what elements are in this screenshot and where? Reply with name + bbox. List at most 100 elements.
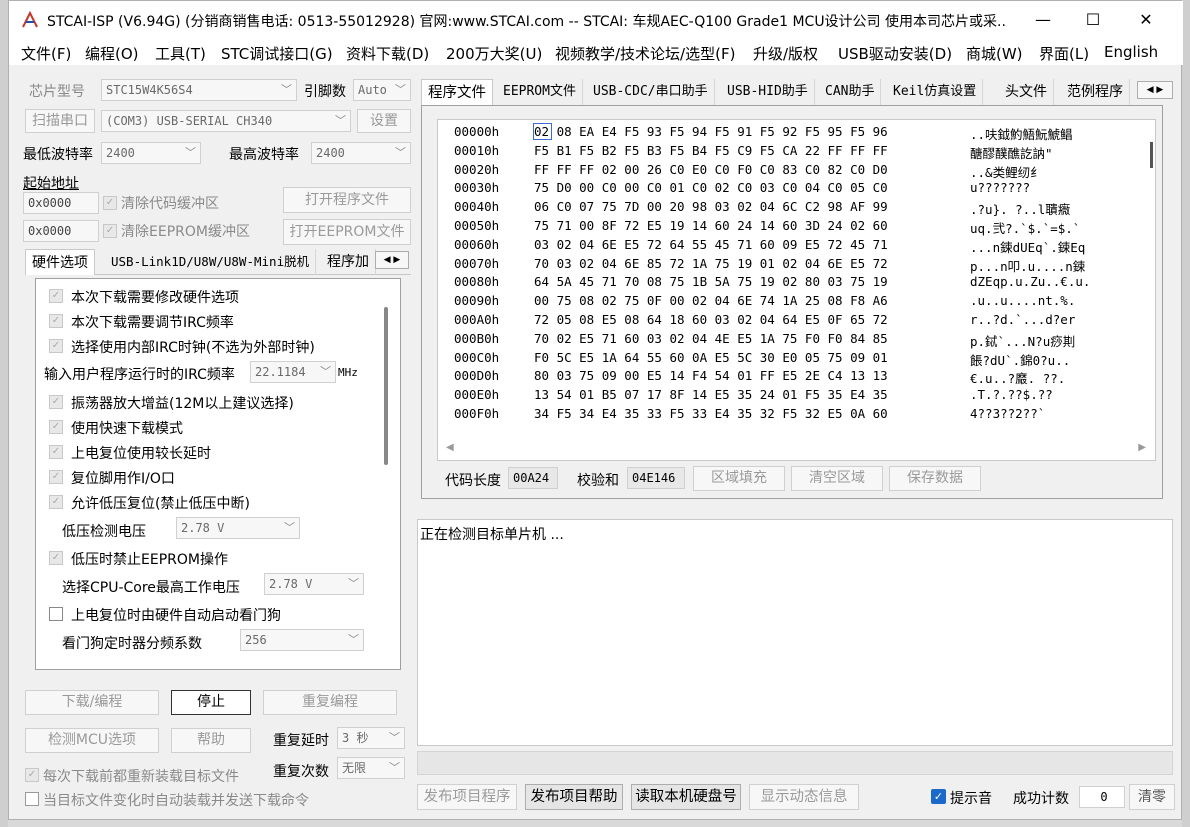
hex-row[interactable]: 00090h 00 75 08 02 75 0F 00 02 04 6E 74 1… (446, 293, 1146, 312)
menu-english[interactable]: English (1104, 43, 1158, 61)
download-program-button[interactable]: 下载/编程 (25, 690, 159, 715)
lvd-voltage-select[interactable]: 2.78 V ﹀ (176, 517, 300, 539)
start-address-label: 起始地址 (23, 176, 79, 192)
tab-scroll-arrows[interactable]: ◀ ▶ (375, 251, 409, 269)
save-data-button[interactable]: 保存数据 (889, 466, 981, 491)
open-program-file-button[interactable]: 打开程序文件 (283, 187, 411, 213)
hex-row[interactable]: 000A0h 72 05 08 E5 08 64 18 60 03 02 04 6… (446, 312, 1146, 331)
cpu-voltage-select[interactable]: 2.78 V ﹀ (264, 573, 364, 595)
tab-header-files[interactable]: 头文件 (999, 79, 1054, 105)
menu-upgrade[interactable]: 升级/版权 (753, 43, 818, 64)
clear-code-checkbox[interactable]: ✓ (103, 196, 117, 210)
chevron-down-icon: ﹀ (389, 761, 400, 774)
hex-row[interactable]: 000D0h 80 03 75 09 00 E5 14 F4 54 01 FF E… (446, 368, 1146, 387)
hex-row[interactable]: 000F0h 34 F5 34 E4 35 33 F5 33 E4 35 32 F… (446, 406, 1146, 425)
sound-label: 提示音 (950, 791, 992, 807)
reload-before-download-label: 每次下载前都重新装载目标文件 (43, 769, 239, 785)
tab-usb-cdc[interactable]: USB-CDC/串口助手 (587, 79, 715, 105)
pins-label: 引脚数 (304, 84, 346, 100)
title-bar[interactable]: STCAI-ISP (V6.94G) (分销商销售电话: 0513-550129… (9, 1, 1183, 39)
clear-count-button[interactable]: 清零 (1129, 784, 1175, 810)
hex-viewer[interactable]: 00000h 02 08 EA E4 F5 93 F5 94 F5 91 F5 9… (437, 119, 1156, 461)
tab-program-file[interactable]: 程序文件 (421, 79, 493, 105)
show-dynamic-info-button[interactable]: 显示动态信息 (749, 784, 859, 810)
close-button[interactable]: ✕ (1119, 1, 1173, 39)
tab-can[interactable]: CAN助手 (819, 79, 882, 105)
max-baud-select[interactable]: 2400 ﹀ (311, 142, 411, 164)
main-window: STCAI-ISP (V6.94G) (分销商销售电话: 0513-550129… (8, 0, 1183, 820)
hex-row[interactable]: 00050h 75 71 00 8F 72 E5 19 14 60 24 14 6… (446, 218, 1146, 237)
output-log[interactable]: 正在检测目标单片机 ... (417, 519, 1173, 746)
menu-download-docs[interactable]: 资料下载(D) (346, 43, 429, 64)
repeat-program-button[interactable]: 重复编程 (263, 690, 397, 715)
stop-button[interactable]: 停止 (171, 690, 251, 715)
auto-load-checkbox[interactable] (25, 792, 39, 806)
hex-row[interactable]: 00010h F5 B1 F5 B2 F5 B3 F5 B4 F5 C9 F5 C… (446, 143, 1146, 162)
clear-area-button[interactable]: 清空区域 (791, 466, 883, 491)
tab-eeprom-file[interactable]: EEPROM文件 (497, 79, 583, 105)
chevron-down-icon: ﹀ (348, 633, 359, 646)
min-baud-select[interactable]: 2400 ﹀ (101, 142, 201, 164)
hex-row[interactable]: 00060h 03 02 04 6E E5 72 64 55 45 71 60 0… (446, 237, 1146, 256)
menu-video[interactable]: 视频教学/技术论坛/选型(F) (555, 43, 735, 64)
checksum-value: 04E146 (627, 467, 685, 489)
tab-scroll-arrows[interactable]: ◀ ▶ (1137, 81, 1173, 99)
settings-button[interactable]: 设置 (357, 109, 411, 133)
scroll-left-icon[interactable]: ◀ (446, 442, 454, 453)
scroll-right-icon[interactable]: ▶ (1138, 442, 1146, 453)
reload-before-download-checkbox[interactable]: ✓ (25, 768, 39, 782)
log-text: 正在检测目标单片机 ... (420, 527, 564, 543)
menu-program[interactable]: 编程(O) (85, 43, 139, 64)
maximize-button[interactable]: ☐ (1066, 1, 1120, 39)
com-port-select[interactable]: (COM3) USB-SERIAL CH340 ﹀ (101, 110, 351, 132)
tab-hardware-options[interactable]: 硬件选项 (25, 249, 95, 275)
pins-select[interactable]: Auto ﹀ (353, 79, 411, 101)
clear-eeprom-checkbox[interactable]: ✓ (103, 224, 117, 238)
code-start-address-input[interactable]: 0x0000 (23, 192, 99, 214)
scan-port-button[interactable]: 扫描串口 (25, 109, 95, 133)
hex-row[interactable]: 00080h 64 5A 45 71 70 08 75 1B 5A 75 19 0… (446, 274, 1146, 293)
help-button[interactable]: 帮助 (171, 728, 251, 753)
publish-help-button[interactable]: 发布项目帮助 (525, 784, 623, 810)
fill-area-button[interactable]: 区域填充 (693, 466, 785, 491)
menu-interface[interactable]: 界面(L) (1039, 43, 1089, 64)
hex-row[interactable]: 00020h FF FF FF 02 00 26 C0 E0 C0 F0 C0 8… (446, 162, 1146, 181)
chevron-down-icon: ﹀ (185, 146, 196, 159)
repeat-delay-select[interactable]: 3 秒 ﹀ (337, 727, 405, 749)
tab-usb-hid[interactable]: USB-HID助手 (721, 79, 815, 105)
menu-debug[interactable]: STC调试接口(G) (221, 43, 333, 64)
publish-project-button[interactable]: 发布项目程序 (417, 784, 517, 810)
hex-row[interactable]: 000B0h 70 02 E5 71 60 03 02 04 4E E5 1A 7… (446, 331, 1146, 350)
hex-horizontal-scrollbar[interactable]: ◀ ▶ (446, 442, 1146, 456)
wdt-divider-select[interactable]: 256 ﹀ (240, 629, 364, 651)
open-eeprom-file-button[interactable]: 打开EEPROM文件 (283, 219, 411, 245)
window-title: STCAI-ISP (V6.94G) (分销商销售电话: 0513-550129… (47, 14, 1007, 30)
minimize-button[interactable]: — (1016, 1, 1070, 39)
tab-usb-link[interactable]: USB-Link1D/U8W/U8W-Mini脱机 (105, 249, 317, 275)
options-scrollbar[interactable] (384, 307, 388, 465)
detect-mcu-button[interactable]: 检测MCU选项 (25, 728, 159, 753)
menu-usb-driver[interactable]: USB驱动安装(D) (838, 43, 952, 64)
code-length-label: 代码长度 (445, 473, 501, 489)
tab-keil-settings[interactable]: Keil仿真设置 (887, 79, 984, 105)
menu-file[interactable]: 文件(F) (21, 43, 71, 64)
menu-prize[interactable]: 200万大奖(U) (446, 43, 542, 64)
chip-type-select[interactable]: STC15W4K56S4 ﹀ (101, 79, 297, 101)
hex-row[interactable]: 00030h 75 D0 00 C0 00 C0 01 C0 02 C0 03 C… (446, 180, 1146, 199)
menu-tools[interactable]: 工具(T) (155, 43, 206, 64)
irc-frequency-input[interactable]: 22.1184 ﹀ (250, 361, 336, 383)
tab-program-encrypt[interactable]: 程序加 (321, 249, 376, 275)
eeprom-start-address-input[interactable]: 0x0000 (23, 220, 99, 242)
sound-checkbox[interactable]: ✓ (931, 789, 946, 804)
tab-examples[interactable]: 范例程序 (1061, 79, 1130, 105)
menu-mall[interactable]: 商城(W) (966, 43, 1023, 64)
read-disk-id-button[interactable]: 读取本机硬盘号 (631, 784, 741, 810)
hex-row[interactable]: 000C0h F0 5C E5 1A 64 55 60 0A E5 5C 30 E… (446, 350, 1146, 369)
hex-row[interactable]: 000E0h 13 54 01 B5 07 17 8F 14 E5 35 24 0… (446, 387, 1146, 406)
chevron-down-icon: ﹀ (284, 521, 295, 534)
hex-vertical-scrollbar[interactable] (1150, 142, 1153, 168)
hex-row[interactable]: 00070h 70 03 02 04 6E 85 72 1A 75 19 01 0… (446, 256, 1146, 275)
hex-row[interactable]: 00040h 06 C0 07 75 7D 00 20 98 03 02 04 6… (446, 199, 1146, 218)
code-length-value: 00A24 (508, 467, 558, 489)
repeat-count-select[interactable]: 无限 ﹀ (337, 757, 405, 779)
